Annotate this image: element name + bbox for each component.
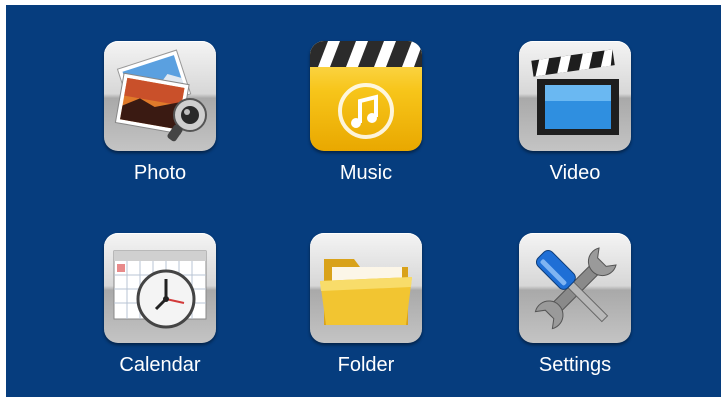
- menu-label-calendar: Calendar: [119, 354, 201, 376]
- menu-tile-folder[interactable]: Folder: [306, 233, 426, 393]
- menu-label-video: Video: [549, 162, 601, 184]
- folder-icon: [310, 233, 422, 343]
- home-screen: Photo Music Video Calendar Folder Settin…: [6, 5, 721, 397]
- calendar-icon: [104, 233, 216, 343]
- menu-label-music: Music: [339, 162, 393, 184]
- menu-tile-settings[interactable]: Settings: [515, 233, 635, 393]
- menu-label-folder: Folder: [337, 354, 395, 376]
- music-icon: [310, 41, 422, 151]
- menu-label-settings: Settings: [538, 354, 612, 376]
- menu-tile-photo[interactable]: Photo: [100, 41, 220, 201]
- settings-icon: [519, 233, 631, 343]
- photo-icon: [104, 41, 216, 151]
- video-icon: [519, 41, 631, 151]
- menu-label-photo: Photo: [133, 162, 187, 184]
- menu-tile-video[interactable]: Video: [515, 41, 635, 201]
- menu-tile-calendar[interactable]: Calendar: [100, 233, 220, 393]
- menu-tile-music[interactable]: Music: [306, 41, 426, 201]
